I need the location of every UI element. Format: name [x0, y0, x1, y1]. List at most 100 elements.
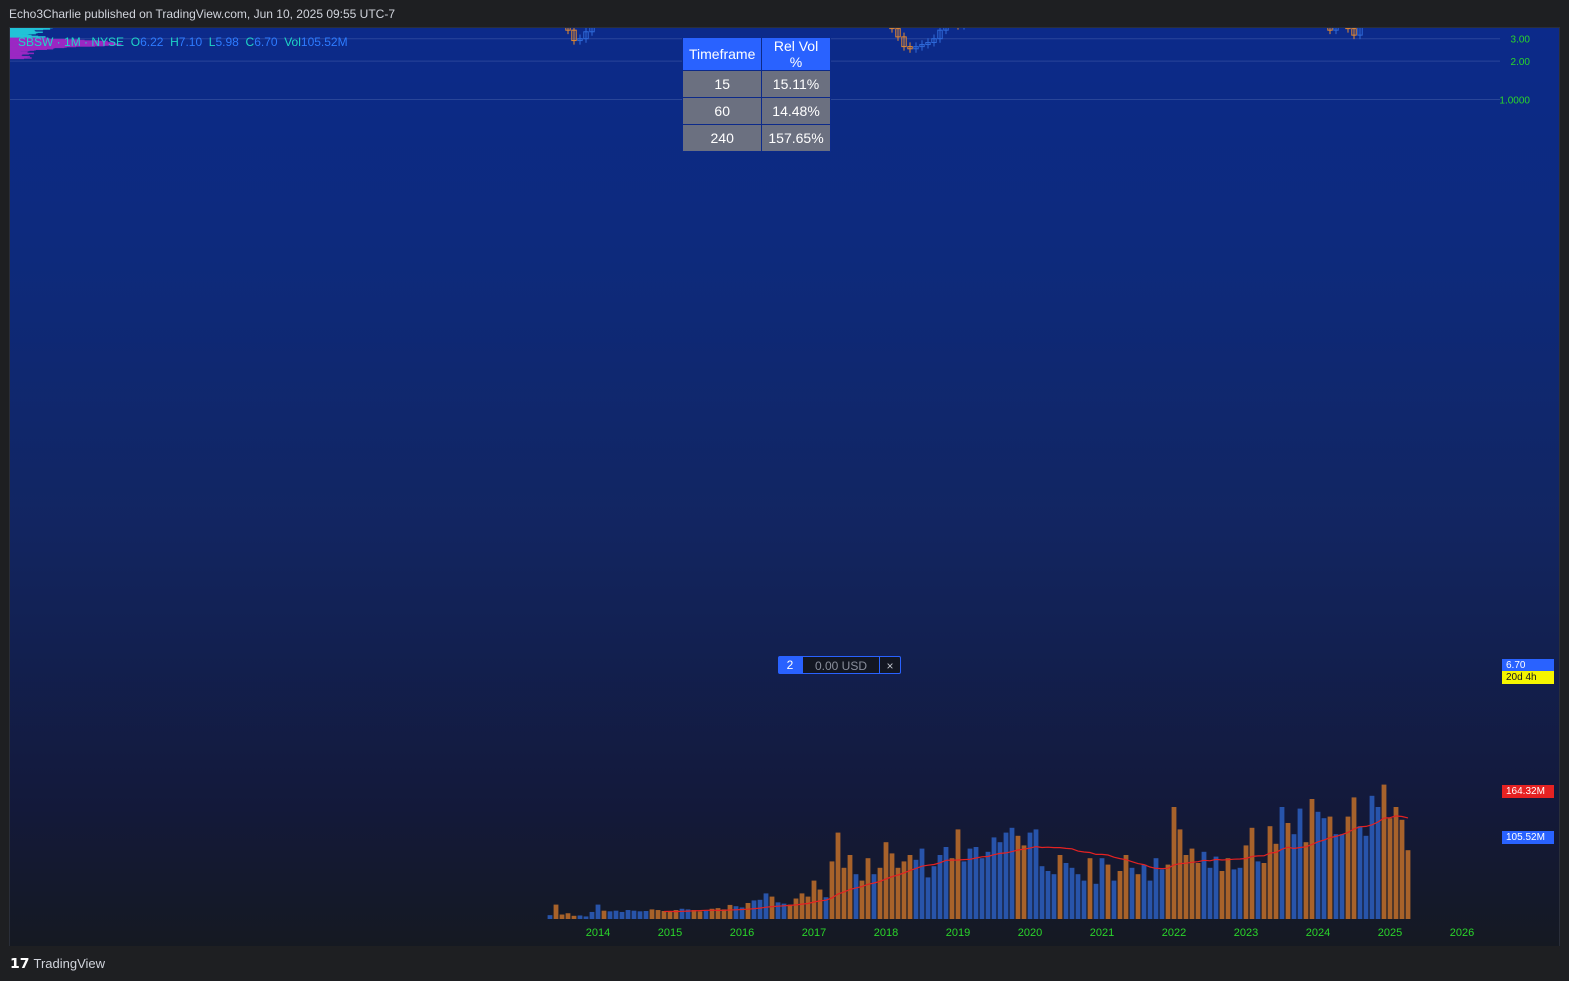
volume-bar [1195, 863, 1201, 919]
countdown-tag: 20d 4h [1502, 671, 1554, 684]
volume-bar [991, 837, 997, 919]
volume-bar [757, 899, 763, 919]
volume-bar [727, 904, 733, 919]
volume-ma-tag: 164.32M [1502, 785, 1554, 798]
legend-close-label: C [245, 35, 255, 49]
volume-bar [787, 904, 793, 919]
volume-bar [655, 910, 661, 919]
y-tick-label: 4.00 [1511, 28, 1531, 30]
volume-bar [1057, 855, 1063, 919]
volume-bar [985, 851, 991, 919]
order-line-widget[interactable]: 2 0.00 USD × [778, 656, 901, 674]
volume-bar [1099, 858, 1105, 919]
x-tick-label: 2014 [586, 927, 610, 939]
rel-vol-table: Timeframe Rel Vol % 15 15.11% 60 14.48% … [681, 37, 831, 152]
volume-bar [1153, 858, 1159, 919]
volume-bar [1267, 826, 1273, 919]
order-price[interactable]: 0.00 USD [802, 656, 880, 674]
volume-bar [625, 910, 631, 919]
legend-low: 5.98 [215, 35, 239, 49]
volume-bar [931, 866, 937, 919]
volume-bar [643, 911, 649, 919]
table-cell-timeframe: 60 [681, 97, 763, 125]
volume-bar [943, 847, 949, 919]
volume-bar [1381, 784, 1387, 919]
chart-legend: SBSW · 1M · NYSE O6.22 H7.10 L5.98 C6.70… [18, 35, 348, 49]
volume-bar [835, 832, 841, 919]
volume-bar [1339, 834, 1345, 919]
volume-bar [811, 880, 817, 919]
volume-bar [1237, 867, 1243, 919]
volume-bar [559, 914, 565, 919]
volume-bar [1369, 795, 1375, 919]
volume-bar [1141, 864, 1147, 919]
legend-symbol[interactable]: SBSW [18, 35, 53, 49]
volume-bar [1351, 797, 1357, 919]
volume-bar [1219, 871, 1225, 919]
volume-bar [631, 910, 637, 919]
volume-bar [1279, 807, 1285, 919]
volume-bar [1387, 818, 1393, 919]
table-cell-relvol: 157.65% [761, 124, 831, 152]
y-tick-label: 3.00 [1511, 35, 1531, 46]
volume-bar [1291, 834, 1297, 919]
volume-bar [1405, 850, 1411, 919]
volume-bar [1357, 826, 1363, 919]
legend-open-label: O [130, 35, 141, 49]
volume-bar [619, 911, 625, 919]
volume-bar [1129, 867, 1135, 919]
chart-frame[interactable]: 1.00002.003.004.005.006.007.008.009.0010… [9, 27, 1560, 947]
volume-bar [889, 853, 895, 919]
close-icon[interactable]: × [880, 656, 901, 674]
legend-vol-label: Vol [284, 35, 301, 49]
volume-bar [1135, 874, 1141, 919]
volume-bar [571, 915, 577, 919]
chart-canvas[interactable]: 1.00002.003.004.005.006.007.008.009.0010… [10, 28, 1559, 946]
volume-bar [1225, 858, 1231, 919]
volume-bar [1249, 827, 1255, 919]
volume-bar [1231, 869, 1237, 919]
volume-bar [1027, 832, 1033, 919]
table-row: 60 14.48% [681, 97, 831, 125]
table-cell-timeframe: 15 [681, 70, 763, 98]
legend-exchange: NYSE [91, 35, 125, 49]
volume-bar [1375, 807, 1381, 919]
order-quantity[interactable]: 2 [778, 656, 802, 674]
volume-bar [1117, 871, 1123, 919]
volume-bar [1327, 816, 1333, 919]
volume-bar [853, 874, 859, 919]
volume-bar [697, 911, 703, 919]
x-tick-label: 2017 [802, 927, 826, 939]
volume-bar [1165, 864, 1171, 919]
volume-bar [871, 874, 877, 919]
volume-bar [1093, 883, 1099, 919]
tradingview-logo[interactable]: 𝟭𝟳 TradingView [10, 955, 105, 972]
volume-bar [1255, 861, 1261, 919]
table-cell-timeframe: 240 [681, 124, 763, 152]
volume-bar [1081, 880, 1087, 919]
volume-bar [577, 915, 583, 919]
volume-bar [1243, 845, 1249, 919]
volume-bar [1171, 807, 1177, 919]
volume-bar [1015, 835, 1021, 919]
volume-bar [1207, 867, 1213, 919]
volume-bar [1087, 858, 1093, 919]
volume-bar [589, 911, 595, 919]
volume-bar [1309, 799, 1315, 919]
volume-bar [925, 877, 931, 919]
volume-bar [865, 858, 871, 919]
x-tick-label: 2021 [1090, 927, 1114, 939]
volume-bar [883, 842, 889, 919]
volume-bar [1003, 832, 1009, 919]
volume-bar [1189, 848, 1195, 919]
volume-bar [1147, 880, 1153, 919]
x-tick-label: 2016 [730, 927, 754, 939]
volume-bar [799, 893, 805, 919]
legend-interval: 1M [64, 35, 81, 49]
volume-bar [1273, 843, 1279, 919]
volume-bar [1021, 845, 1027, 919]
tradingview-logo-icon: 𝟭𝟳 [10, 955, 30, 971]
volume-bar [703, 910, 709, 919]
volume-bar [1075, 874, 1081, 919]
volume-bar [751, 900, 757, 919]
